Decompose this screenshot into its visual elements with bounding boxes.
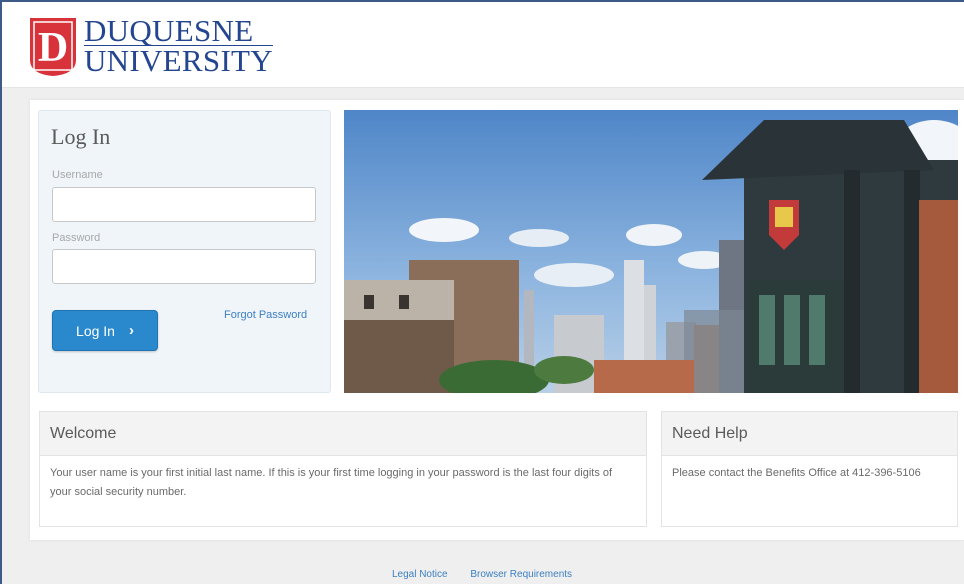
chevron-right-icon: › [128, 322, 134, 339]
login-panel: Log In Username Password Log In › Forgot… [38, 110, 331, 393]
help-text: Please contact the Benefits Office at 41… [672, 467, 921, 479]
forgot-password-link[interactable]: Forgot Password [224, 309, 307, 321]
username-input[interactable] [52, 187, 316, 222]
help-title: Need Help [662, 412, 957, 456]
campus-skyline-image [344, 110, 958, 393]
legal-notice-link[interactable]: Legal Notice [392, 569, 448, 580]
username-label: Username [52, 169, 103, 181]
login-button-label: Log In [76, 322, 115, 339]
welcome-text: Your user name is your first initial las… [50, 467, 613, 498]
site-header: D DUQUESNE UNIVERSITY [2, 2, 964, 88]
welcome-title: Welcome [40, 412, 646, 456]
browser-requirements-link[interactable]: Browser Requirements [470, 569, 572, 580]
university-name-line2: UNIVERSITY [84, 43, 273, 78]
window-border-left [0, 0, 2, 584]
welcome-panel: Welcome Your user name is your first ini… [39, 411, 647, 527]
login-title: Log In [51, 124, 111, 149]
password-input[interactable] [52, 249, 316, 284]
footer: Legal Notice Browser Requirements [0, 569, 964, 580]
campus-photo [344, 110, 958, 393]
university-name: DUQUESNE UNIVERSITY [84, 13, 273, 78]
university-shield-icon: D [30, 18, 76, 76]
logo-letter: D [38, 25, 68, 71]
university-logo[interactable]: D DUQUESNE UNIVERSITY [28, 13, 273, 80]
university-name-line1: DUQUESNE [84, 13, 254, 48]
login-button[interactable]: Log In › [52, 310, 158, 351]
password-label: Password [52, 232, 101, 244]
help-panel: Need Help Please contact the Benefits Of… [661, 411, 958, 527]
